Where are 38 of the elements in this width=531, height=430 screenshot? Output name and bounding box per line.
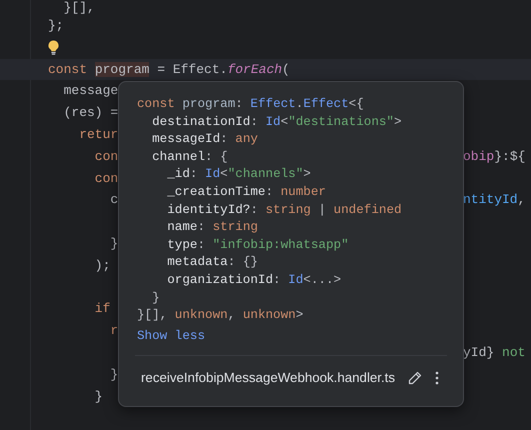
code-text: (res) =	[62, 104, 118, 122]
code-text: }	[109, 366, 118, 384]
code-text: }	[94, 388, 103, 406]
code-text: _creationTime: number	[166, 184, 327, 201]
file-name[interactable]: receiveInfobipMessageWebhook.handler.ts	[141, 368, 396, 388]
code-text: }[],	[62, 0, 95, 15]
code-text: metadata: {}	[166, 254, 259, 272]
code-text: _id: Id<"channels">	[166, 166, 312, 184]
code-text: name: string	[166, 219, 259, 236]
show-less-link[interactable]: Show less	[137, 328, 206, 346]
more-vertical-icon	[435, 371, 440, 386]
lightbulb-icon[interactable]	[48, 40, 59, 56]
edit-button[interactable]	[408, 371, 422, 386]
pencil-icon	[408, 371, 422, 386]
code-text: organizationId: Id<...>	[166, 272, 342, 289]
code-text: }	[109, 234, 118, 253]
code-text: retur	[78, 126, 118, 144]
code-text: yId} not	[463, 344, 526, 360]
code-text: }	[151, 290, 161, 307]
code-text: con	[94, 148, 118, 166]
code-text: if	[94, 300, 110, 318]
code-text: r	[109, 322, 118, 340]
code-text: con	[94, 170, 118, 188]
code-text: identityId?: string | undefined	[166, 202, 403, 219]
code-text: }[], unknown, unknown>	[137, 307, 304, 324]
code-text: c	[109, 191, 118, 210]
code-text: ntityId,	[463, 192, 526, 208]
code-text: messageId: any	[151, 131, 259, 148]
code-text: channel: {	[151, 148, 229, 166]
code-text: };	[48, 17, 64, 35]
code-text: const program = Effect.forEach(	[48, 60, 290, 79]
code-text: obip}:${	[463, 148, 526, 164]
more-options-button[interactable]	[435, 371, 440, 386]
code-text: destinationId: Id<"destinations">	[151, 114, 403, 131]
code-text: const program: Effect.Effect<{	[137, 96, 365, 113]
code-text: message	[62, 82, 118, 100]
code-text: type: "infobip:whatsapp"	[166, 236, 350, 254]
code-text: );	[94, 256, 110, 275]
